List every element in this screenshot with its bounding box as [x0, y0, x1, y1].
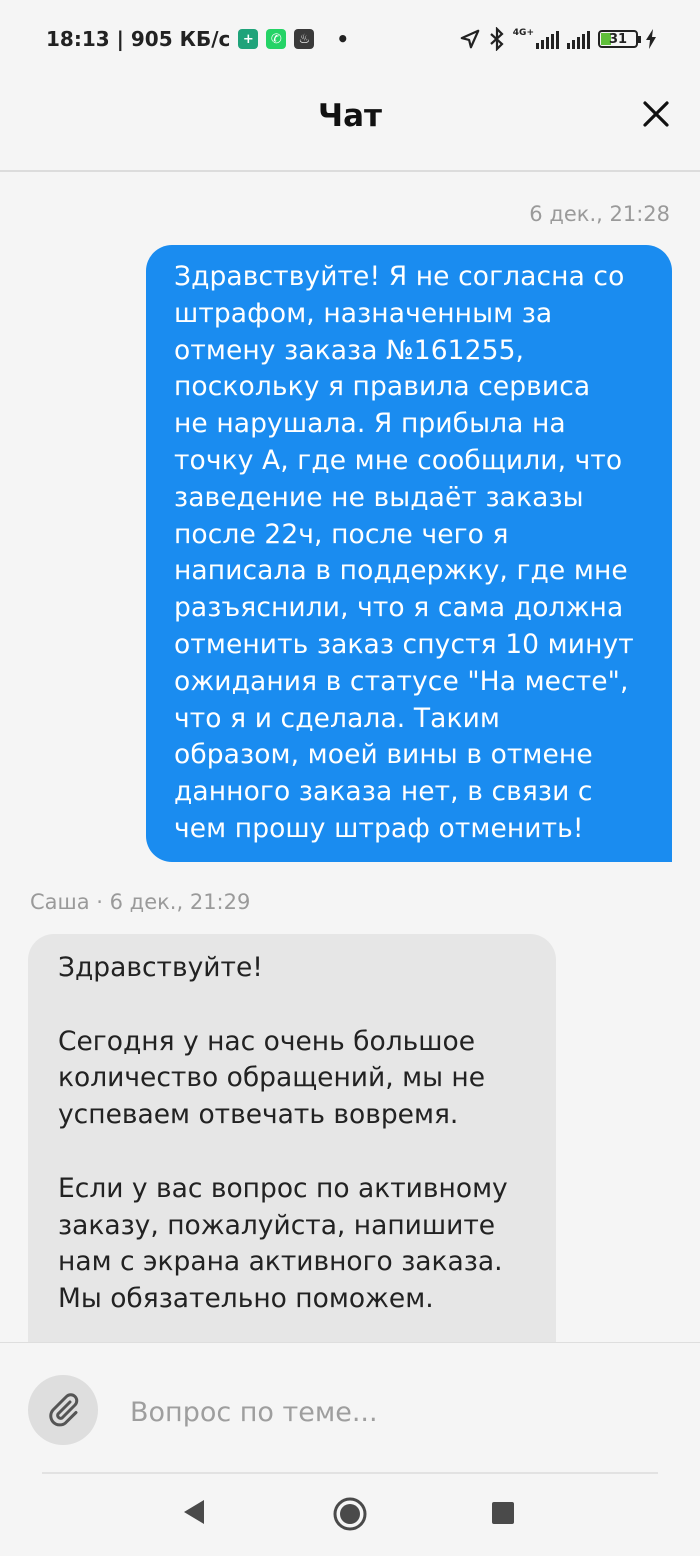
location-arrow-icon: [460, 29, 480, 49]
message-line: заказу, пожалуйста, напишите: [58, 1209, 496, 1241]
close-button[interactable]: [640, 98, 672, 130]
incoming-message-bubble[interactable]: Здравствуйте! Сегодня у нас очень большо…: [28, 934, 556, 1342]
message-line: отменить заказ спустя 10 минут: [174, 628, 634, 660]
message-line: успеваем отвечать вовремя.: [58, 1099, 459, 1131]
battery-icon: 31: [598, 30, 641, 48]
outgoing-timestamp: 6 дек., 21:28: [529, 202, 670, 226]
back-icon[interactable]: [182, 1498, 206, 1526]
whatsapp-icon: ✆: [266, 29, 287, 49]
message-line: Здравствуйте! Я не согласна со: [174, 261, 625, 292]
message-line: штрафом, назначенным за: [174, 297, 553, 329]
message-line: Мы обязательно поможем.: [58, 1283, 434, 1315]
message-line: написала в поддержку, где мне: [174, 555, 628, 587]
system-nav-bar: [0, 1474, 700, 1556]
signal-strength-icon: [567, 29, 590, 49]
message-line: после 22ч, после чего я: [174, 518, 509, 550]
fire-app-icon: ♨: [294, 29, 315, 49]
message-line: нам с экрана активного заказа.: [58, 1246, 503, 1278]
recent-apps-icon[interactable]: [492, 1502, 514, 1524]
message-line: заведение не выдаёт заказы: [174, 481, 584, 513]
status-right: 4G+ 31: [459, 24, 656, 54]
message-line: ожидания в статусе "На месте",: [174, 665, 629, 697]
message-line: чем прошу штраф отменить!: [174, 812, 584, 844]
chat-messages[interactable]: 6 дек., 21:28 Здравствуйте! Я не согласн…: [0, 172, 700, 1342]
message-composer: [0, 1342, 700, 1472]
message-input[interactable]: [128, 1391, 672, 1433]
attach-button[interactable]: [28, 1375, 98, 1445]
page-title: Чат: [318, 98, 382, 134]
home-icon[interactable]: [332, 1496, 368, 1532]
message-line: Сегодня у нас очень большое: [58, 1025, 476, 1057]
charging-bolt-icon: [646, 29, 656, 49]
message-line: не нарушала. Я прибыла на: [174, 408, 566, 440]
message-line: разъяснили, что я сама должна: [174, 592, 624, 624]
message-line: количество обращений, мы не: [58, 1062, 486, 1094]
message-line: поскольку я правила сервиса: [174, 371, 591, 403]
message-line: Здравствуйте!: [58, 952, 263, 983]
bluetooth-icon: [490, 27, 504, 51]
message-line: образом, моей вины в отмене: [174, 739, 593, 771]
status-left: 18:13 | 905 КБ/с + ✆ ♨ •: [46, 24, 349, 54]
app-notification-icon: +: [238, 29, 259, 49]
message-line: отмену заказа №161255,: [174, 334, 525, 366]
mobile-signal-icon: 4G+: [513, 29, 559, 49]
close-icon: [643, 101, 669, 127]
status-time-speed: 18:13 | 905 КБ/с: [46, 27, 231, 51]
outgoing-message-bubble[interactable]: Здравствуйте! Я не согласна со штрафом, …: [146, 245, 672, 862]
paperclip-icon: [49, 1393, 79, 1427]
message-line: что я и сделала. Таким: [174, 702, 500, 734]
status-bar: 18:13 | 905 КБ/с + ✆ ♨ • 4G+ 31: [0, 0, 700, 78]
message-line: точку А, где мне сообщили, что: [174, 444, 623, 476]
message-line: Если у вас вопрос по активному: [58, 1172, 508, 1204]
status-dot: •: [336, 27, 350, 51]
message-line: данного заказа нет, в связи с: [174, 776, 593, 808]
incoming-sender-meta: Саша · 6 дек., 21:29: [30, 890, 251, 914]
chat-header: Чат: [0, 78, 700, 172]
